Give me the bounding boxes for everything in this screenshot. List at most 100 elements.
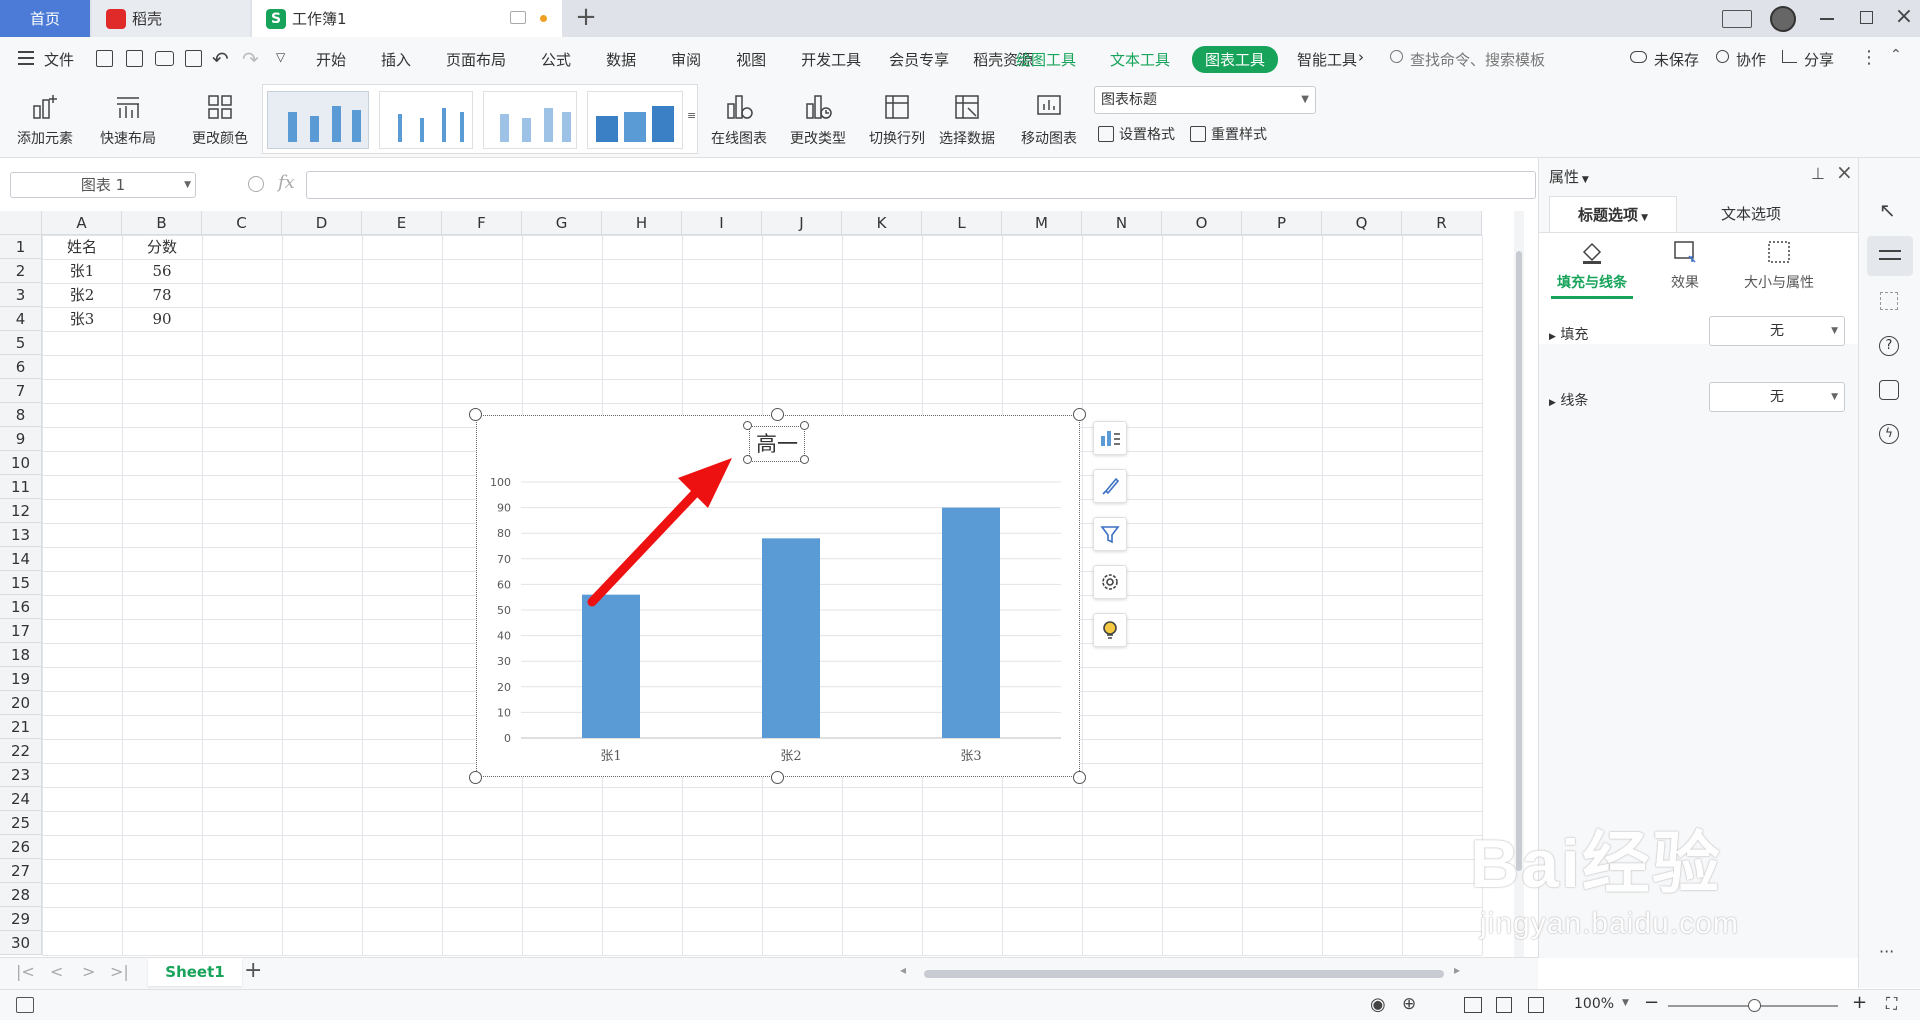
resize-handle-br[interactable] (1073, 771, 1086, 784)
avatar[interactable] (1770, 6, 1796, 32)
menu-text-tools[interactable]: 文本工具 (1110, 49, 1170, 70)
prev-sheet-icon[interactable]: < (50, 962, 63, 981)
cell-b2[interactable]: 56 (122, 259, 202, 283)
resize-handle-bc[interactable] (771, 771, 784, 784)
zoom-formula-icon[interactable] (248, 176, 264, 192)
tab-home[interactable]: 首页 (0, 0, 90, 37)
save-icon[interactable] (96, 50, 113, 67)
change-type-button[interactable]: 更改类型 (780, 84, 856, 154)
resize-handle-tr[interactable] (1073, 408, 1086, 421)
menu-review[interactable]: 审阅 (671, 49, 701, 70)
online-chart-button[interactable]: 在线图表 (700, 84, 778, 154)
minimize-button[interactable] (1820, 18, 1834, 20)
title-handle-br[interactable] (800, 455, 809, 464)
panel-title[interactable]: 属性 ▼ (1549, 166, 1589, 187)
resize-handle-bl[interactable] (469, 771, 482, 784)
redo-icon[interactable]: ↷ (242, 47, 259, 71)
resize-handle-tl[interactable] (469, 408, 482, 421)
chart-filter-button[interactable] (1093, 517, 1127, 551)
scroll-left-icon[interactable]: ◂ (900, 963, 906, 977)
monitor-icon[interactable] (510, 11, 526, 24)
gallery-more-icon[interactable]: ≡ (687, 109, 696, 122)
subtab-effect[interactable]: 效果 (1655, 238, 1715, 292)
move-chart-button[interactable]: 移动图表 (1016, 84, 1082, 154)
title-handle-tr[interactable] (800, 421, 809, 430)
cell-a4[interactable]: 张3 (42, 307, 122, 331)
quick-layout-button[interactable]: 快速布局 (92, 84, 164, 154)
menu-chart-tools[interactable]: 图表工具 (1192, 46, 1279, 73)
backup-icon[interactable] (1879, 380, 1899, 400)
cell-a1[interactable]: 姓名 (42, 235, 122, 259)
menu-formula[interactable]: 公式 (541, 49, 571, 70)
set-format-button[interactable]: 设置格式 (1098, 124, 1175, 144)
name-box[interactable]: 图表 1 ▼ (10, 172, 196, 198)
cell-b3[interactable]: 78 (122, 283, 202, 307)
chart-settings-button[interactable] (1093, 565, 1127, 599)
menu-data[interactable]: 数据 (606, 49, 636, 70)
menu-insert[interactable]: 插入 (381, 49, 411, 70)
bar-张3[interactable] (942, 507, 1000, 738)
next-sheet-icon[interactable]: > (82, 962, 95, 981)
menu-view[interactable]: 视图 (736, 49, 766, 70)
eye-protect-icon[interactable]: ◉ (1370, 994, 1386, 1015)
command-search[interactable]: 查找命令、搜索模板 (1410, 49, 1545, 70)
fx-icon[interactable]: fx (278, 172, 295, 193)
globe-icon[interactable]: ⊕ (1402, 994, 1416, 1014)
sheet-tab-sheet1[interactable]: Sheet1 (148, 958, 242, 986)
more-menu-icon[interactable]: ⋮ (1860, 47, 1878, 68)
pointer-icon[interactable]: ↖ (1879, 198, 1896, 222)
share-button[interactable]: 分享 (1804, 49, 1834, 70)
properties-icon[interactable] (1867, 236, 1913, 276)
chart-style-1[interactable] (267, 91, 369, 149)
scroll-right-icon[interactable]: ▸ (1454, 963, 1460, 977)
cell-b1[interactable]: 分数 (122, 235, 202, 259)
close-window-button[interactable]: × (1893, 2, 1915, 32)
close-panel-icon[interactable]: × (1836, 160, 1853, 184)
line-select[interactable]: 无 ▼ (1709, 382, 1845, 412)
cell-b4[interactable]: 90 (122, 307, 202, 331)
macro-icon[interactable] (16, 997, 34, 1013)
vertical-scroll-thumb[interactable] (1516, 251, 1522, 871)
help-icon[interactable]: ? (1879, 336, 1899, 356)
collab-button[interactable]: 协作 (1736, 49, 1766, 70)
menu-draw-tools[interactable]: 绘图工具 (1016, 49, 1076, 70)
menu-start[interactable]: 开始 (316, 49, 346, 70)
menu-more-arrow-icon[interactable]: › (1358, 48, 1364, 66)
horizontal-scrollbar[interactable]: ◂ ▸ (900, 963, 1474, 979)
file-menu[interactable]: 文件 (44, 49, 74, 70)
fill-section[interactable]: ▶ 填充 (1549, 324, 1588, 344)
add-element-button[interactable]: 添加元素 (10, 84, 80, 154)
collapse-ribbon-icon[interactable]: ⌃ (1890, 47, 1902, 63)
chart-elements-button[interactable] (1093, 421, 1127, 455)
chart-style-2[interactable] (379, 91, 473, 149)
cell-a2[interactable]: 张1 (42, 259, 122, 283)
tab-text-options[interactable]: 文本选项 (1691, 196, 1811, 232)
unsaved-label[interactable]: 未保存 (1654, 49, 1699, 70)
bar-张2[interactable] (762, 538, 820, 738)
line-section[interactable]: ▶ 线条 (1549, 390, 1588, 410)
menu-developer[interactable]: 开发工具 (801, 49, 861, 70)
chart-style-4[interactable] (587, 91, 683, 149)
layout-switch-icon[interactable] (1722, 10, 1752, 28)
formula-input[interactable] (306, 171, 1536, 199)
chart-style-3[interactable] (483, 91, 577, 149)
reset-style-button[interactable]: 重置样式 (1190, 124, 1267, 144)
menu-smart-tools[interactable]: 智能工具 (1297, 49, 1357, 70)
export-pdf-icon[interactable] (126, 50, 143, 67)
chart-element-select[interactable]: 图表标题 ▼ (1094, 86, 1316, 114)
cell-a3[interactable]: 张2 (42, 283, 122, 307)
hamburger-icon[interactable] (18, 51, 34, 65)
undo-icon[interactable]: ↶ (212, 47, 229, 71)
pin-icon[interactable]: ⊥ (1811, 164, 1825, 183)
menu-page-layout[interactable]: 页面布局 (446, 49, 506, 70)
restore-button[interactable] (1860, 11, 1873, 24)
more-quick-icon[interactable]: ▽ (276, 50, 285, 64)
print-icon[interactable] (155, 51, 174, 66)
menu-member[interactable]: 会员专享 (889, 49, 949, 70)
resize-handle-tc[interactable] (771, 408, 784, 421)
select-data-button[interactable]: 选择数据 (934, 84, 1000, 154)
new-tab-button[interactable]: + (572, 4, 600, 32)
print-preview-icon[interactable] (185, 50, 202, 67)
horizontal-scroll-thumb[interactable] (924, 970, 1444, 978)
subtab-fill-line[interactable]: 填充与线条 (1549, 238, 1635, 299)
